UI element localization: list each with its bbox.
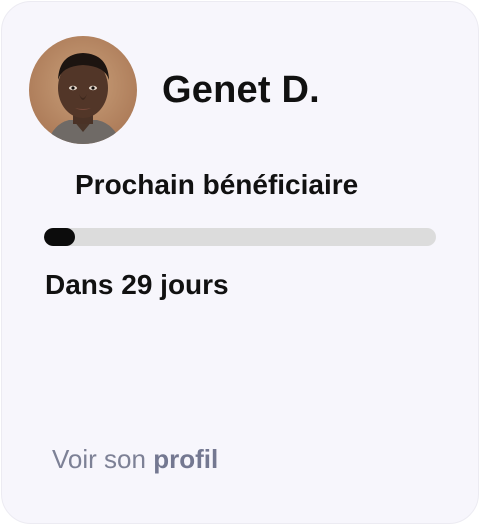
view-profile-prefix: Voir son [52,444,146,474]
view-profile-emphasis: profil [153,444,219,474]
progress-bar [44,228,436,246]
countdown-text: Dans 29 jours [45,269,229,300]
beneficiary-card: Genet D. Prochain bénéficiaire Dans 29 j… [1,1,479,524]
avatar [29,36,137,144]
user-photo-icon [29,36,137,144]
next-beneficiary-label: Prochain bénéficiaire [75,169,359,200]
user-name: Genet D. [162,69,320,111]
view-profile-link[interactable]: Voir son profil [52,442,218,476]
progress-bar-fill [44,228,76,246]
